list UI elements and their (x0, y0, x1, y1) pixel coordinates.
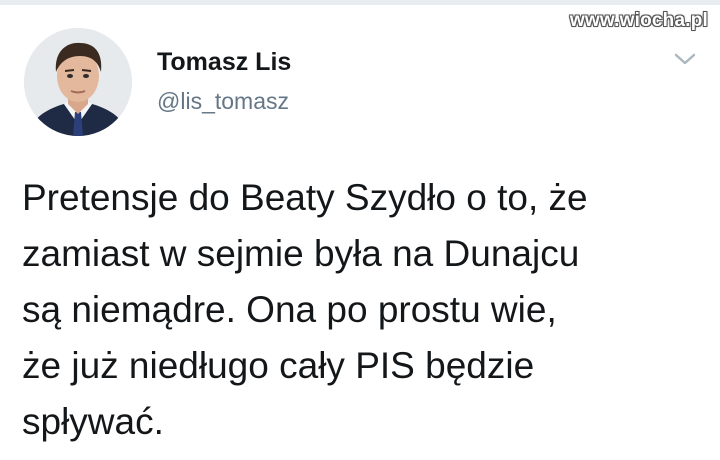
watermark-logo: www.wiocha.pl (569, 10, 708, 31)
author-name[interactable]: Tomasz Lis (157, 48, 291, 77)
top-divider (0, 0, 720, 5)
author-handle[interactable]: @lis_tomasz (157, 88, 289, 115)
tweet-text: Pretensje do Beaty Szydło o to, że zamia… (22, 177, 588, 442)
avatar[interactable] (24, 28, 132, 136)
profile-photo-icon (24, 28, 132, 136)
chevron-down-icon[interactable] (672, 50, 698, 68)
